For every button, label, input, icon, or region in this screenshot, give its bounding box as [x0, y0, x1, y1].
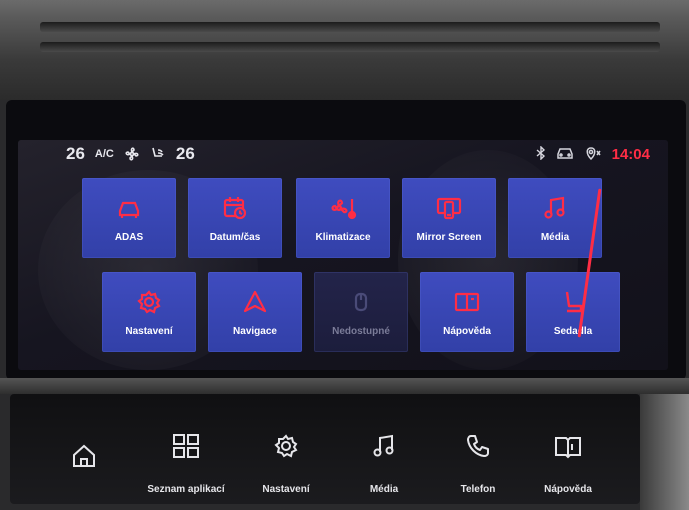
car-status-icon: [556, 146, 574, 163]
app-label: Datum/čas: [209, 232, 261, 243]
app-label: Nedostupné: [332, 326, 390, 337]
app-tile-navigation[interactable]: Navigace: [208, 272, 302, 352]
calendar-clock-icon: [188, 194, 282, 222]
fan-icon[interactable]: [124, 146, 140, 162]
app-label: Mirror Screen: [416, 232, 482, 243]
music-note-icon: [336, 432, 432, 462]
bluetooth-icon: [536, 145, 546, 163]
app-grid: ADAS Datum/čas Klimatizace Mirror Screen…: [76, 176, 620, 366]
gear-icon: [238, 432, 334, 462]
fan-thermometer-icon: [296, 194, 390, 222]
app-tile-unavailable: Nedostupné: [314, 272, 408, 352]
panel-button-label: Nastavení: [262, 484, 310, 495]
app-list-button[interactable]: Seznam aplikací: [138, 404, 234, 495]
navigation-arrow-icon: [208, 288, 302, 316]
gear-icon: [102, 288, 196, 316]
car-icon: [82, 194, 176, 222]
status-indicators: 14:04: [536, 145, 650, 163]
settings-button[interactable]: Nastavení: [238, 404, 334, 495]
app-tile-media[interactable]: Média: [508, 178, 602, 258]
app-tile-date-time[interactable]: Datum/čas: [188, 178, 282, 258]
panel-button-label: Telefon: [460, 484, 496, 495]
status-bar: 26 A/C 26 14:04: [18, 140, 668, 168]
passenger-temperature[interactable]: 26: [176, 144, 195, 164]
app-label: Navigace: [233, 326, 277, 337]
unavailable-icon: [314, 288, 408, 316]
phone-icon: [430, 432, 526, 462]
app-tile-seats[interactable]: Sedadla: [526, 272, 620, 352]
app-label: Média: [540, 232, 570, 243]
app-label: Sedadla: [553, 326, 593, 337]
home-button[interactable]: [70, 442, 116, 482]
air-vent: [40, 22, 660, 32]
dashboard-trim: [0, 0, 689, 100]
driver-temperature[interactable]: 26: [66, 144, 85, 164]
media-button[interactable]: Média: [336, 404, 432, 495]
clock: 14:04: [611, 146, 650, 163]
app-tile-adas[interactable]: ADAS: [82, 178, 176, 258]
book-icon: [520, 432, 616, 462]
app-tile-mirror-screen[interactable]: Mirror Screen: [402, 178, 496, 258]
ac-indicator[interactable]: A/C: [95, 148, 114, 160]
app-label: Klimatizace: [315, 232, 371, 243]
infotainment-screen: 26 A/C 26 14:04 ADAS Datum/čas Klimatiza…: [18, 140, 668, 370]
app-tile-settings[interactable]: Nastavení: [102, 272, 196, 352]
panel-button-label: Nápověda: [544, 484, 592, 495]
air-vent: [40, 42, 660, 52]
touch-control-panel: Seznam aplikací Nastavení Média Telefon …: [10, 394, 640, 504]
panel-divider: [0, 378, 689, 394]
app-label: Nápověda: [443, 326, 491, 337]
book-icon: [420, 288, 514, 316]
app-label: Nastavení: [125, 326, 173, 337]
phone-button[interactable]: Telefon: [430, 404, 526, 495]
home-icon: [70, 444, 98, 474]
seat-icon: [526, 288, 620, 316]
mirror-screen-icon: [402, 194, 496, 222]
app-label: ADAS: [114, 232, 144, 243]
app-tile-climate[interactable]: Klimatizace: [296, 178, 390, 258]
climate-status[interactable]: 26 A/C 26: [66, 144, 195, 164]
panel-button-label: Média: [369, 484, 399, 495]
panel-button-label: Seznam aplikací: [147, 484, 225, 495]
seat-airflow-icon[interactable]: [150, 146, 166, 162]
help-button[interactable]: Nápověda: [520, 404, 616, 495]
app-tile-help[interactable]: Nápověda: [420, 272, 514, 352]
location-icon: [584, 146, 602, 163]
music-note-icon: [508, 194, 602, 222]
grid-icon: [138, 432, 234, 462]
dashboard-trim: [640, 394, 689, 510]
